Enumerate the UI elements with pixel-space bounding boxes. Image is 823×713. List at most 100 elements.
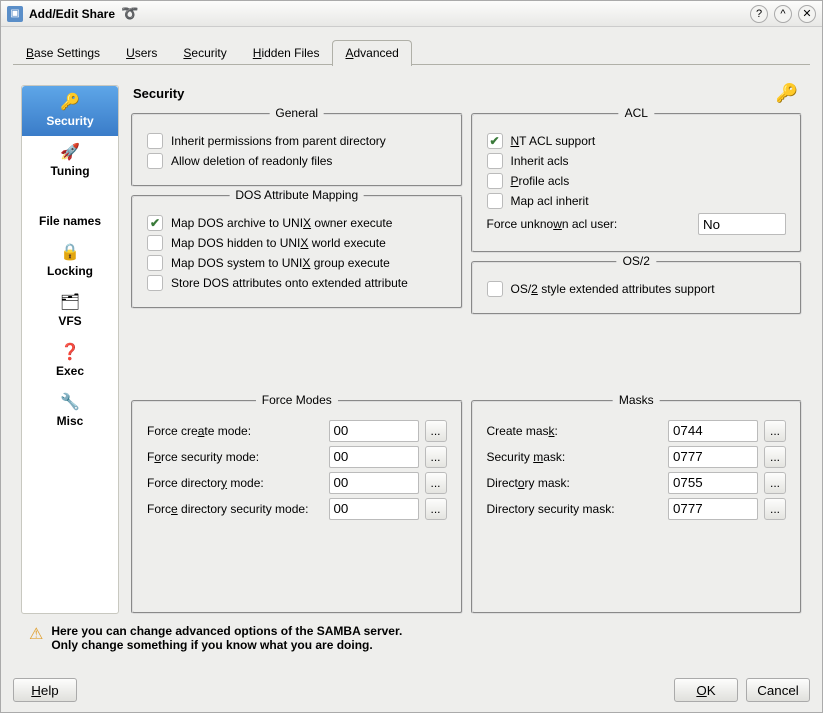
close-titlebar-button[interactable]: ✕ [798, 5, 816, 23]
force-create-mode-browse-button[interactable]: ... [425, 420, 447, 442]
directory-mask-input[interactable] [668, 472, 758, 494]
checkbox-icon[interactable] [147, 133, 163, 149]
force-directory-mode-browse-button[interactable]: ... [425, 472, 447, 494]
key-decor-icon: 🔑 [776, 83, 798, 104]
cancel-button[interactable]: Cancel [746, 678, 810, 702]
group-acl: ACL NT ACL support Inherit acls [471, 113, 803, 253]
checkbox-map-acl-inherit[interactable]: Map acl inherit [487, 193, 787, 209]
checkbox-profile-acls[interactable]: Profile acls [487, 173, 787, 189]
create-mask-browse-button[interactable]: ... [764, 420, 786, 442]
checkbox-icon[interactable] [147, 255, 163, 271]
help-titlebar-button[interactable]: ? [750, 5, 768, 23]
warning-text: Here you can change advanced options of … [51, 624, 402, 652]
sidebar-item-label: VFS [26, 314, 114, 328]
force-unknown-acl-input[interactable] [698, 213, 786, 235]
question-icon: ❓ [26, 342, 114, 362]
force-directory-security-mode-label: Force directory security mode: [147, 502, 323, 516]
lock-icon: 🔒 [26, 242, 114, 262]
checkbox-icon[interactable] [147, 235, 163, 251]
sidebar-item-label: Misc [26, 414, 114, 428]
group-title: DOS Attribute Mapping [229, 188, 364, 202]
checkbox-inherit-permissions[interactable]: Inherit permissions from parent director… [147, 133, 447, 149]
folder-icon: 🗂 [26, 292, 114, 312]
checkbox-icon[interactable] [147, 215, 163, 231]
titlebar[interactable]: ▣ Add/Edit Share ➰ ? ^ ✕ [1, 1, 822, 27]
app-icon: ▣ [7, 6, 23, 22]
force-directory-mode-input[interactable] [329, 472, 419, 494]
checkbox-label: Allow deletion of readonly files [171, 154, 332, 168]
security-mask-browse-button[interactable]: ... [764, 446, 786, 468]
help-button[interactable]: Help [13, 678, 77, 702]
tab-content-advanced: 🔑 Security 🚀 Tuning File names 🔒 Locking [13, 65, 810, 668]
checkbox-dos-archive[interactable]: Map DOS archive to UNIX owner execute [147, 215, 447, 231]
checkbox-dos-hidden[interactable]: Map DOS hidden to UNIX world execute [147, 235, 447, 251]
create-mask-label: Create mask: [487, 424, 663, 438]
checkbox-nt-acl-support[interactable]: NT ACL support [487, 133, 787, 149]
group-force-modes: Force Modes Force create mode: ... Force… [131, 400, 463, 615]
tab-users[interactable]: Users [113, 40, 170, 66]
checkbox-icon[interactable] [147, 153, 163, 169]
checkbox-label: NT ACL support [511, 134, 596, 148]
advanced-security-pane: Security 🔑 General Inherit permissions f [131, 85, 802, 614]
sidebar-item-exec[interactable]: ❓ Exec [22, 336, 118, 386]
sidebar-item-label: File names [26, 214, 114, 228]
left-top-column: General Inherit permissions from parent … [131, 113, 463, 392]
sidebar-item-label: Tuning [26, 164, 114, 178]
directory-mask-label: Directory mask: [487, 476, 663, 490]
sidebar-item-file-names[interactable]: File names [22, 186, 118, 236]
checkbox-icon[interactable] [487, 153, 503, 169]
group-os2: OS/2 OS/2 style extended attributes supp… [471, 261, 803, 315]
force-security-mode-input[interactable] [329, 446, 419, 468]
checkbox-allow-deletion[interactable]: Allow deletion of readonly files [147, 153, 447, 169]
blank-icon [26, 192, 114, 212]
group-title: ACL [619, 106, 654, 120]
force-create-mode-input[interactable] [329, 420, 419, 442]
group-title: Masks [613, 393, 660, 407]
force-create-mode-label: Force create mode: [147, 424, 323, 438]
group-title: Force Modes [256, 393, 338, 407]
dialog-body: Base Settings Users Security Hidden File… [1, 27, 822, 672]
checkbox-label: Inherit permissions from parent director… [171, 134, 386, 148]
sidebar-item-locking[interactable]: 🔒 Locking [22, 236, 118, 286]
group-title: OS/2 [617, 254, 656, 268]
checkbox-icon[interactable] [147, 275, 163, 291]
checkbox-dos-system[interactable]: Map DOS system to UNIX group execute [147, 255, 447, 271]
tab-hidden-files[interactable]: Hidden Files [240, 40, 333, 66]
group-title: General [269, 106, 324, 120]
ok-button[interactable]: OK [674, 678, 738, 702]
checkbox-icon[interactable] [487, 193, 503, 209]
checkbox-icon[interactable] [487, 133, 503, 149]
force-security-mode-browse-button[interactable]: ... [425, 446, 447, 468]
sidebar-item-label: Exec [26, 364, 114, 378]
force-directory-security-mode-input[interactable] [329, 498, 419, 520]
window: ▣ Add/Edit Share ➰ ? ^ ✕ Base Settings U… [0, 0, 823, 713]
sidebar-item-tuning[interactable]: 🚀 Tuning [22, 136, 118, 186]
directory-security-mask-browse-button[interactable]: ... [764, 498, 786, 520]
rollup-titlebar-button[interactable]: ^ [774, 5, 792, 23]
checkbox-icon[interactable] [487, 173, 503, 189]
checkbox-label: Map DOS system to UNIX group execute [171, 256, 390, 270]
sidebar-item-vfs[interactable]: 🗂 VFS [22, 286, 118, 336]
key-icon: 🔑 [26, 92, 114, 112]
force-directory-security-mode-browse-button[interactable]: ... [425, 498, 447, 520]
wrench-icon: 🔧 [26, 392, 114, 412]
security-mask-input[interactable] [668, 446, 758, 468]
sidebar-item-security[interactable]: 🔑 Security [22, 86, 118, 136]
checkbox-dos-store[interactable]: Store DOS attributes onto extended attri… [147, 275, 447, 291]
directory-mask-browse-button[interactable]: ... [764, 472, 786, 494]
directory-security-mask-input[interactable] [668, 498, 758, 520]
checkbox-icon[interactable] [487, 281, 503, 297]
create-mask-input[interactable] [668, 420, 758, 442]
force-directory-mode-label: Force directory mode: [147, 476, 323, 490]
group-dos-mapping: DOS Attribute Mapping Map DOS archive to… [131, 195, 463, 309]
tab-security[interactable]: Security [170, 40, 239, 66]
sidebar-item-misc[interactable]: 🔧 Misc [22, 386, 118, 436]
directory-security-mask-label: Directory security mask: [487, 502, 663, 516]
checkbox-os2-extended[interactable]: OS/2 style extended attributes support [487, 281, 787, 297]
checkbox-label: Profile acls [511, 174, 570, 188]
dialog-footer: Help OK Cancel [1, 672, 822, 712]
tab-advanced[interactable]: Advanced [332, 40, 411, 66]
checkbox-inherit-acls[interactable]: Inherit acls [487, 153, 787, 169]
right-top-column: ACL NT ACL support Inherit acls [471, 113, 803, 392]
tab-base-settings[interactable]: Base Settings [13, 40, 113, 66]
